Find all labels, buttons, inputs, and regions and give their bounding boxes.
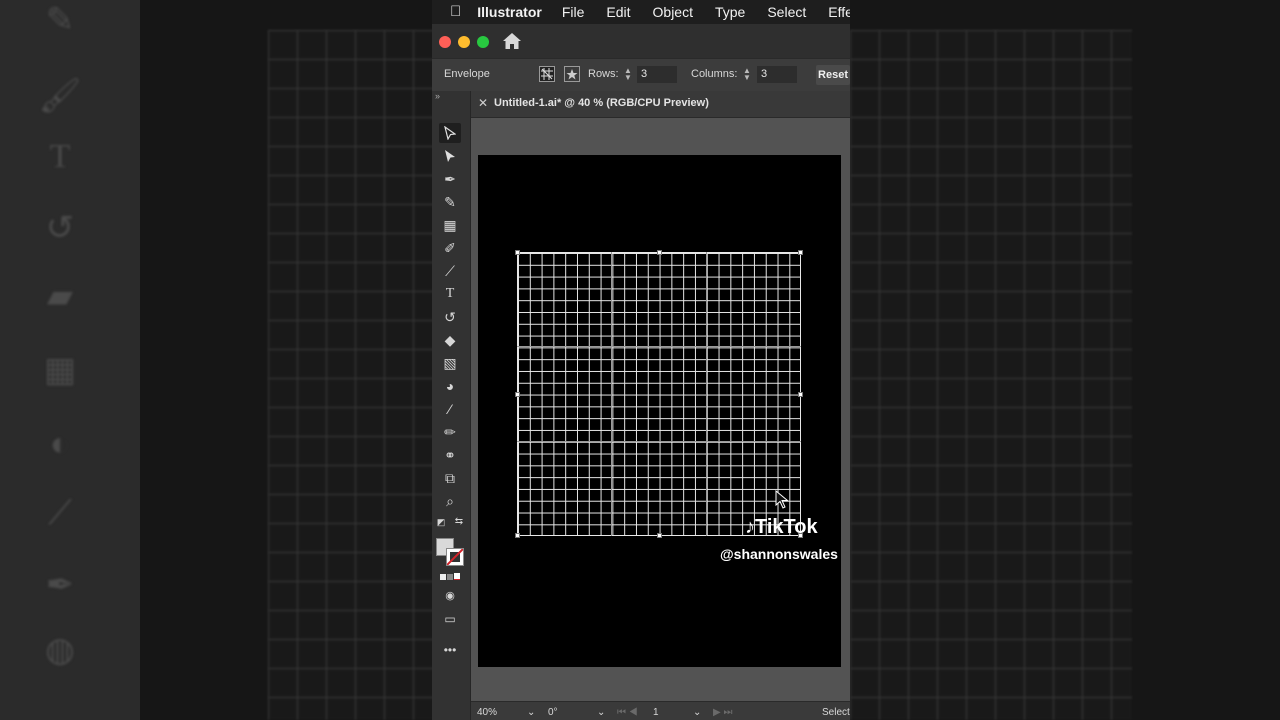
rotation-field[interactable]: 0° <box>548 707 558 718</box>
bounding-box-handle[interactable] <box>515 250 520 255</box>
artboard-number-field[interactable]: 1 <box>653 707 659 718</box>
document-tab-title[interactable]: Untitled-1.ai* @ 40 % (RGB/CPU Preview) <box>494 97 709 109</box>
rectangular-grid-tool-icon[interactable]: ▦ <box>439 215 461 235</box>
canvas-area[interactable] <box>471 118 850 701</box>
mesh-column-line <box>611 252 612 536</box>
drawing-mode-icon[interactable]: ◉ <box>439 586 461 606</box>
screen-mode-icon[interactable]: ▭ <box>439 609 461 629</box>
symbol-sprayer-tool-icon[interactable]: ⚭ <box>439 445 461 465</box>
stroke-swatch[interactable] <box>446 548 464 566</box>
chevron-down-icon[interactable]: ⌄ <box>693 707 701 718</box>
watermark-username: @shannonswales <box>720 546 838 562</box>
illustrator-window:  Illustrator File Edit Object Type Sele… <box>432 0 850 720</box>
menu-select[interactable]: Select <box>767 4 806 20</box>
pen-tool-icon[interactable]: ✒ <box>439 169 461 189</box>
brush-icon: 🖌 <box>38 77 82 115</box>
bounding-box-handle[interactable] <box>515 533 520 538</box>
direct-selection-tool-icon[interactable] <box>439 146 461 166</box>
background-grid-blur <box>850 30 1132 720</box>
status-bar: 40% ⌄ 0° ⌄ ⏮ ◀ 1 ⌄ ▶ ⏭ Select <box>471 701 850 720</box>
home-icon[interactable] <box>502 32 522 50</box>
bounding-box-handle[interactable] <box>657 250 662 255</box>
pencil-icon: ✎ <box>45 1 75 39</box>
columns-stepper-icon[interactable]: ▲ ▼ <box>743 67 751 83</box>
artboard[interactable] <box>478 155 841 667</box>
artboard-tool-icon[interactable]: ⧉ <box>439 468 461 488</box>
rows-stepper-icon[interactable]: ▲ ▼ <box>624 67 632 83</box>
panel-collapse-icon[interactable]: » <box>435 91 440 101</box>
shape-builder-icon: ◐ <box>49 425 71 463</box>
envelope-mesh-grid[interactable] <box>517 252 801 536</box>
pen-icon: ✒ <box>45 566 75 604</box>
default-colors-icon[interactable]: ◩ <box>435 516 447 528</box>
close-tab-icon[interactable]: ✕ <box>478 96 488 110</box>
window-titlebar <box>432 24 850 58</box>
bounding-box-handle[interactable] <box>798 250 803 255</box>
document-tabbar: ✕ Untitled-1.ai* @ 40 % (RGB/CPU Preview… <box>471 91 850 118</box>
control-bar: Envelope Rows: ▲ ▼ 3 Columns: ▲ ▼ 3 Reset <box>432 58 850 92</box>
artboard-nav-forward-icons[interactable]: ▶ ⏭ <box>713 707 732 718</box>
eyedropper-tool-icon[interactable]: ⁄ <box>439 399 461 419</box>
more-tools-icon[interactable]: ••• <box>439 640 461 660</box>
chevron-down-icon[interactable]: ⌄ <box>527 707 535 718</box>
envelope-mode-label: Envelope <box>444 68 490 80</box>
rotate-tool-icon[interactable]: ↺ <box>439 307 461 327</box>
shaper-tool-icon[interactable]: ✐ <box>439 238 461 258</box>
minimize-window-button[interactable] <box>458 36 470 48</box>
columns-label: Columns: <box>691 68 738 80</box>
blend-tool-icon[interactable]: ✏ <box>439 422 461 442</box>
free-transform-tool-icon[interactable]: ▧ <box>439 353 461 373</box>
envelope-mesh-icon: ▦ <box>43 351 77 389</box>
zoom-tool-icon[interactable]: ⌕ <box>439 491 461 511</box>
curvature-tool-icon[interactable]: ✎ <box>439 192 461 212</box>
shape-builder-tool-icon[interactable]: ◕ <box>439 376 461 396</box>
type-icon: T <box>49 138 71 175</box>
zoom-level-field[interactable]: 40% <box>477 707 497 718</box>
symbol-sprayer-icon: ◍ <box>45 631 75 669</box>
chevron-down-icon[interactable]: ⌄ <box>597 707 605 718</box>
close-window-button[interactable] <box>439 36 451 48</box>
eyedropper-icon: ⟋ <box>48 494 72 532</box>
background-blur-right <box>850 0 1280 720</box>
menu-object[interactable]: Object <box>653 4 693 20</box>
type-tool-icon[interactable]: T <box>439 284 461 304</box>
selection-tool-icon[interactable] <box>439 123 461 143</box>
paintbrush-tool-icon[interactable]: ⟋ <box>439 261 461 281</box>
mesh-row-line <box>517 441 801 442</box>
menu-bar:  Illustrator File Edit Object Type Sele… <box>432 0 850 24</box>
bounding-box-handle[interactable] <box>798 392 803 397</box>
menu-type[interactable]: Type <box>715 4 745 20</box>
zoom-window-button[interactable] <box>477 36 489 48</box>
columns-input[interactable]: 3 <box>757 66 797 83</box>
envelope-mesh-icon[interactable] <box>539 66 555 82</box>
mouse-cursor-icon <box>775 490 789 509</box>
menu-edit[interactable]: Edit <box>606 4 630 20</box>
background-blur-left: ✎ 🖌 T ↺ ▰ ▦ ◐ ⟋ ✒ ◍ <box>0 0 432 720</box>
background-grid-blur <box>268 30 432 720</box>
current-tool-status[interactable]: Select <box>822 707 850 718</box>
tiktok-note-icon: ♪ <box>745 516 755 538</box>
menu-app-name[interactable]: Illustrator <box>477 4 542 20</box>
edit-contents-icon[interactable] <box>564 66 580 82</box>
tools-panel: » ✒ ✎ ▦ ✐ ⟋ T ↺ ◆ ▧ ◕ ⁄ ✏ ⚭ ⧉ ⌕ ◩ ⇆ ◉ ▭ … <box>432 91 471 720</box>
bounding-box-handle[interactable] <box>657 533 662 538</box>
menu-effect[interactable]: Effect <box>828 4 850 20</box>
mesh-row-line <box>517 346 801 347</box>
color-mode-icons[interactable] <box>439 568 461 588</box>
tiktok-logo-text: TikTok <box>755 516 818 538</box>
rows-label: Rows: <box>588 68 619 80</box>
swap-colors-icon[interactable]: ⇆ <box>453 516 465 528</box>
bounding-box-handle[interactable] <box>515 392 520 397</box>
eraser-tool-icon[interactable]: ◆ <box>439 330 461 350</box>
mesh-column-line <box>706 252 707 536</box>
apple-icon[interactable]:  <box>450 4 461 19</box>
tiktok-logo: ♪TikTok <box>745 516 818 539</box>
eraser-icon: ▰ <box>46 277 74 315</box>
menu-file[interactable]: File <box>562 4 585 20</box>
rotate-icon: ↺ <box>45 209 75 247</box>
rows-input[interactable]: 3 <box>637 66 677 83</box>
artboard-nav-back-icons[interactable]: ⏮ ◀ <box>617 707 638 718</box>
reset-button[interactable]: Reset <box>816 65 850 85</box>
